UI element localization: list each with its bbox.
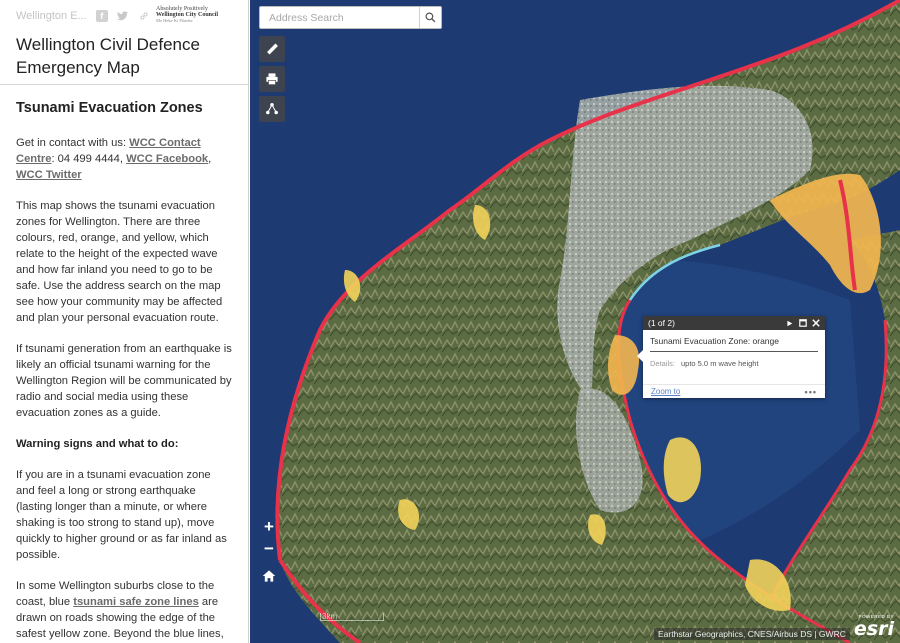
header-short-title: Wellington E... (16, 10, 87, 22)
link-icon[interactable] (138, 10, 150, 22)
close-icon (811, 319, 820, 327)
feature-popup: (1 of 2) Tsunami Evacuation Zone: orange… (637, 316, 825, 398)
map-attribution: Earthstar Geographics, CNES/Airbus DS | … (654, 628, 850, 640)
contact-paragraph: Get in contact with us: WCC Contact Cent… (16, 135, 232, 183)
popup-attribute-row: Details: upto 5.0 m wave height (650, 359, 818, 368)
share-icon (266, 103, 278, 115)
print-button[interactable] (259, 66, 285, 92)
top-bar: Wellington E... f Absolutely Positively … (0, 0, 248, 32)
popup-title: Tsunami Evacuation Zone: orange (650, 336, 818, 352)
search-button[interactable] (419, 7, 441, 28)
esri-wordmark: esri (853, 617, 894, 640)
popup-field-label: Details: (650, 359, 676, 368)
popup-footer: Zoom to ••• (643, 384, 825, 398)
maximize-button[interactable] (796, 317, 809, 329)
map-view[interactable]: + − 3km Earthstar Geographics, CNES/Airb… (250, 0, 900, 643)
zoom-to-link[interactable]: Zoom to (651, 387, 680, 396)
zoom-in-button[interactable]: + (258, 516, 280, 538)
close-popup-button[interactable] (809, 317, 822, 329)
popup-counter: (1 of 2) (648, 318, 675, 328)
print-icon (266, 73, 278, 85)
instructions-paragraph: If you are in a tsunami evacuation zone … (16, 469, 227, 561)
popup-field-value: upto 5.0 m wave height (681, 359, 759, 368)
popup-actions (783, 317, 822, 329)
twitter-icon[interactable] (117, 10, 129, 22)
popup-pointer (637, 350, 643, 362)
contact-separator: , (208, 153, 212, 165)
tsunami-safe-zone-lines-link[interactable]: tsunami safe zone lines (73, 596, 199, 608)
scale-label: 3km (322, 612, 338, 621)
safe-lines-paragraph: In some Wellington suburbs close to the … (16, 578, 232, 643)
address-search-input[interactable] (260, 7, 419, 28)
play-icon (787, 320, 793, 326)
council-logo[interactable]: Absolutely Positively Wellington City Co… (156, 6, 242, 23)
share-button[interactable] (259, 96, 285, 122)
zoom-out-button[interactable]: − (258, 538, 280, 560)
warning-paragraph: If tsunami generation from an earthquake… (16, 343, 232, 419)
measure-icon (267, 43, 278, 55)
facebook-icon[interactable]: f (95, 10, 108, 22)
app-title: Wellington Civil Defence Emergency Map (16, 35, 200, 77)
logo-line3: Me Heke Ki Pōneke (156, 17, 193, 23)
measure-button[interactable] (259, 36, 285, 62)
contact-prefix: Get in contact with us: (16, 137, 130, 149)
address-search (259, 6, 442, 29)
warning-heading: Warning signs and what to do: (16, 438, 179, 450)
home-button[interactable] (258, 565, 280, 587)
search-icon (425, 12, 436, 23)
popup-body: Tsunami Evacuation Zone: orange Details:… (643, 330, 825, 368)
popup-header: (1 of 2) (643, 316, 825, 330)
wcc-facebook-link[interactable]: WCC Facebook (126, 153, 208, 165)
side-panel: Wellington E... f Absolutely Positively … (0, 0, 249, 643)
contact-phone: : 04 499 4444, (51, 153, 127, 165)
esri-logo[interactable]: POWERED BY esri (853, 614, 894, 640)
section-heading: Tsunami Evacuation Zones (16, 100, 203, 116)
intro-paragraph: This map shows the tsunami evacuation zo… (16, 200, 223, 324)
home-icon (262, 570, 276, 582)
more-options-button[interactable]: ••• (805, 387, 817, 397)
panel-content: Tsunami Evacuation Zones Get in contact … (0, 85, 248, 643)
maximize-icon (798, 319, 807, 327)
next-feature-button[interactable] (783, 317, 796, 329)
wcc-twitter-link[interactable]: WCC Twitter (16, 169, 82, 181)
